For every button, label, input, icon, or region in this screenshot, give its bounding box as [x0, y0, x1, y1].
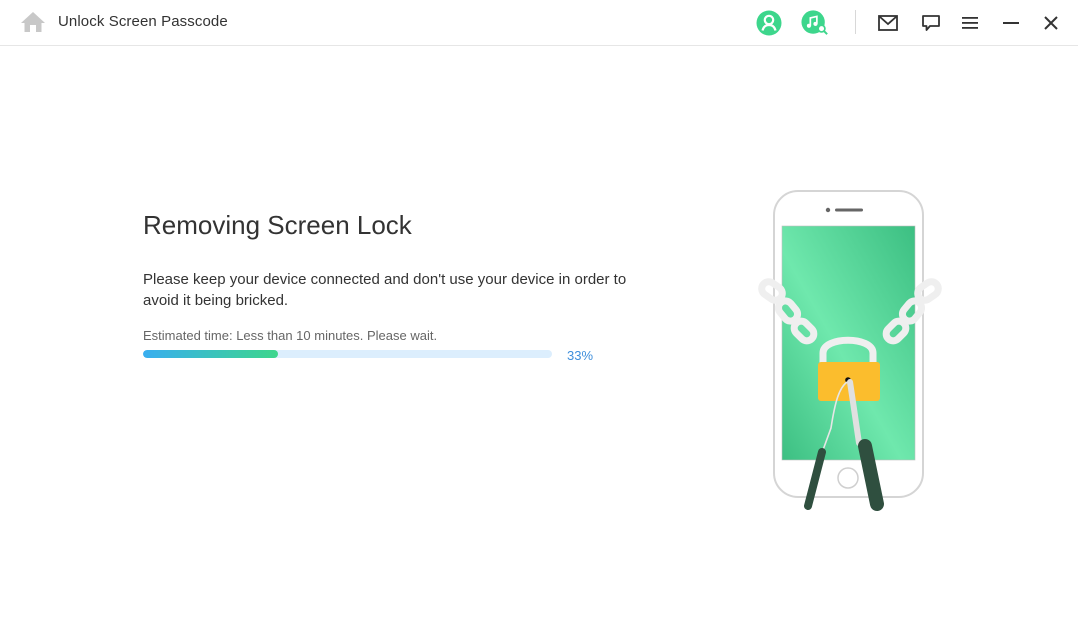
title-bar: Unlock Screen Passcode [0, 0, 1078, 46]
home-icon[interactable] [20, 11, 46, 33]
estimated-time-text: Estimated time: Less than 10 minutes. Pl… [143, 328, 438, 343]
locked-phone-illustration [755, 188, 945, 513]
user-account-icon[interactable] [755, 9, 783, 37]
progress-percent-label: 33% [567, 348, 594, 363]
hamburger-menu-icon[interactable] [956, 9, 984, 37]
mail-icon[interactable] [874, 9, 902, 37]
close-icon[interactable] [1037, 9, 1065, 37]
instruction-text: Please keep your device connected and do… [143, 271, 627, 309]
progress-bar [143, 350, 552, 358]
progress-bar-fill [143, 350, 278, 358]
minimize-icon[interactable] [997, 9, 1025, 37]
music-search-icon[interactable] [801, 9, 829, 37]
phone-body [773, 190, 924, 498]
toolbar-divider [855, 10, 856, 34]
chat-bubble-icon[interactable] [917, 9, 945, 37]
app-title: Unlock Screen Passcode [58, 13, 228, 30]
page-title: Removing Screen Lock [143, 210, 412, 240]
